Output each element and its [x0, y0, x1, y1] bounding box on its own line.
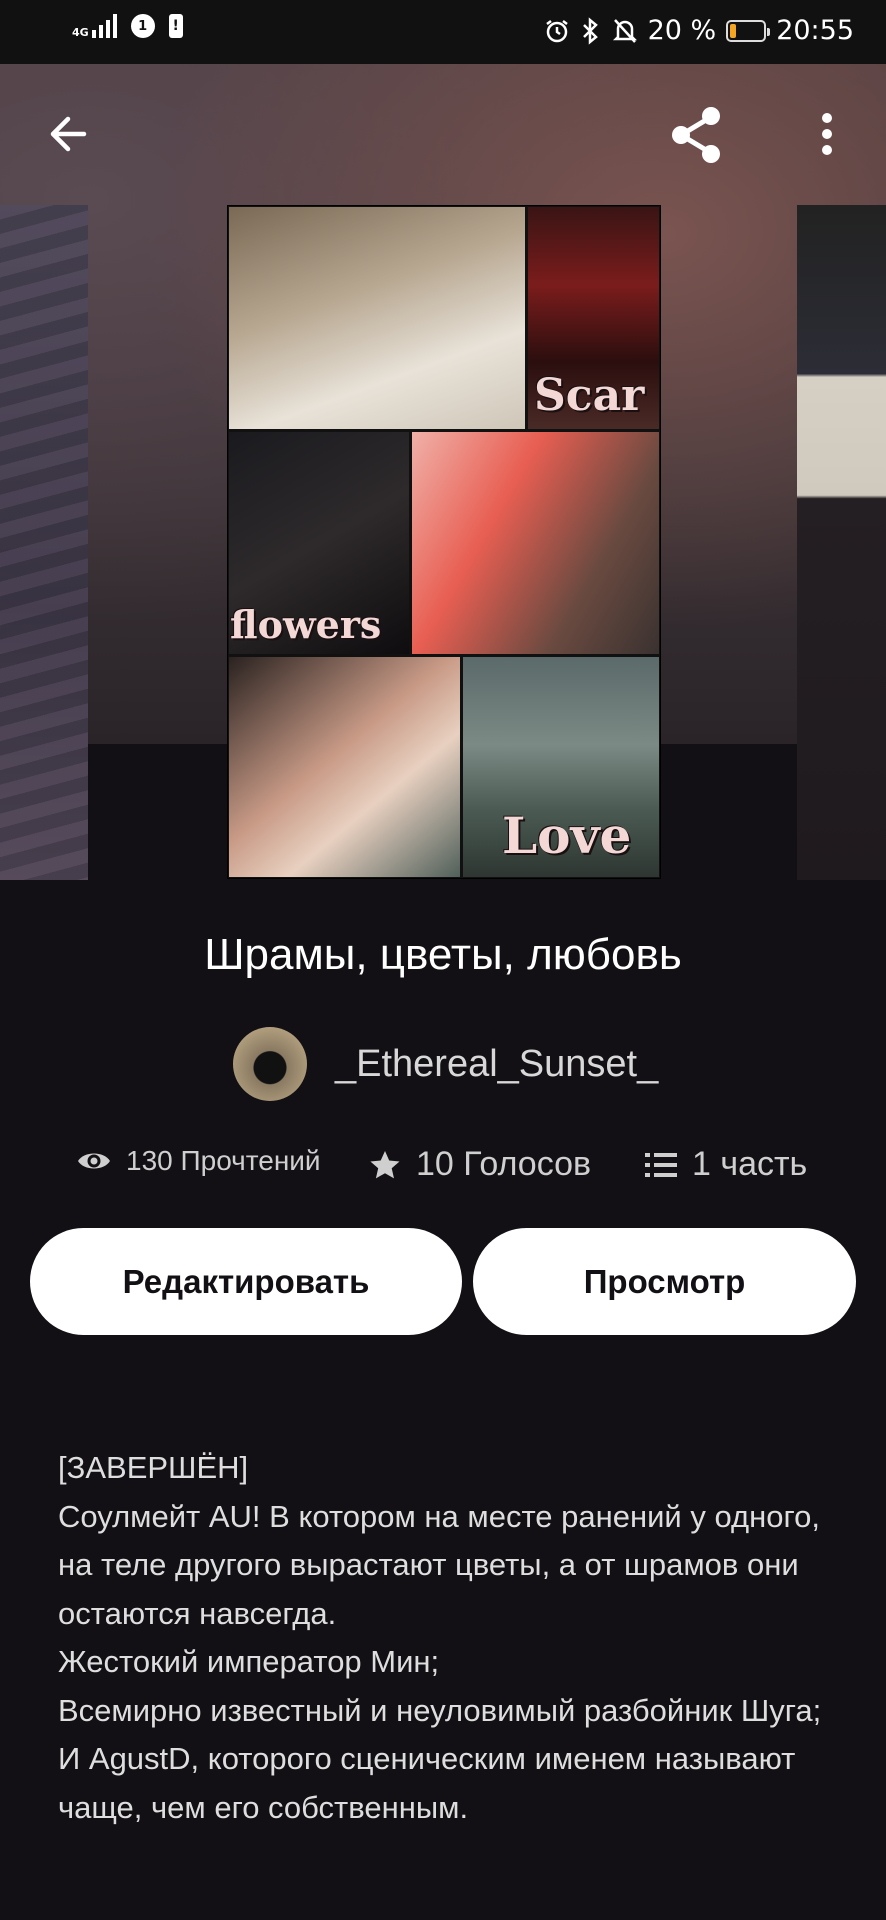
- votes-count: 10 Голосов: [416, 1145, 592, 1183]
- cover-prev[interactable]: [0, 205, 88, 880]
- description-line: Всемирно известный и неуловимый разбойни…: [58, 1692, 822, 1728]
- edit-button[interactable]: Редактировать: [30, 1228, 462, 1335]
- reads-count: 130 Прочтений: [126, 1145, 321, 1176]
- signal-icon: [91, 14, 117, 38]
- network-type: 4G: [72, 26, 89, 39]
- story-title: Шрамы, цветы, любовь: [204, 930, 682, 979]
- parts-stat: 1 часть: [644, 1145, 807, 1184]
- description-line: Жестокий император Мин;: [58, 1644, 440, 1679]
- cover-photo-1: [229, 207, 525, 429]
- description-line: И AgustD, которого сценическим именем на…: [58, 1741, 804, 1825]
- cover-photo-4: [412, 432, 659, 654]
- share-button[interactable]: [666, 104, 728, 169]
- cover-word-scar: Scar: [534, 370, 645, 421]
- cover-photo-5: [229, 657, 460, 877]
- alarm-icon: [545, 19, 568, 42]
- more-vert-icon: [822, 113, 832, 155]
- bluetooth-icon: [582, 16, 598, 45]
- cover-next[interactable]: [797, 205, 886, 880]
- arrow-left-icon: [50, 116, 87, 152]
- more-options-button[interactable]: [812, 110, 842, 163]
- share-icon: [672, 107, 720, 163]
- cover-word-flowers: flowers: [230, 602, 382, 647]
- alert-icon: !: [168, 14, 183, 38]
- bell-off-icon: [612, 18, 637, 43]
- parts-count: 1 часть: [692, 1145, 808, 1183]
- clock: 20:55: [776, 15, 854, 46]
- description-line: [ЗАВЕРШЁН]: [58, 1450, 249, 1485]
- story-stats: 130 Прочтений 10 Голосов 1 часть: [0, 1145, 886, 1195]
- description-line: Соулмейт AU! В котором на месте ранений …: [58, 1498, 829, 1631]
- story-cover[interactable]: Scar flowers Love: [227, 205, 661, 879]
- author-link[interactable]: _Ethereal_Sunset_: [233, 1027, 658, 1101]
- votes-stat: 10 Голосов: [368, 1145, 591, 1184]
- eye-icon: [78, 1153, 110, 1169]
- status-bar: 4G 1 ! 20 % 20:55: [0, 0, 886, 64]
- battery-icon: [726, 19, 771, 42]
- author-name[interactable]: _Ethereal_Sunset_: [335, 1043, 658, 1086]
- story-description: [ЗАВЕРШЁН] Соулмейт AU! В котором на мес…: [58, 1444, 848, 1832]
- sim-icon: 1: [130, 14, 155, 38]
- cover-word-love: Love: [502, 806, 632, 865]
- list-icon: [645, 1152, 677, 1177]
- preview-button[interactable]: Просмотр: [473, 1228, 856, 1335]
- back-button[interactable]: [44, 110, 92, 161]
- star-icon: [370, 1150, 400, 1178]
- reads-stat: 130 Прочтений: [76, 1145, 321, 1177]
- avatar[interactable]: [233, 1027, 307, 1101]
- battery-percent: 20 %: [647, 15, 717, 46]
